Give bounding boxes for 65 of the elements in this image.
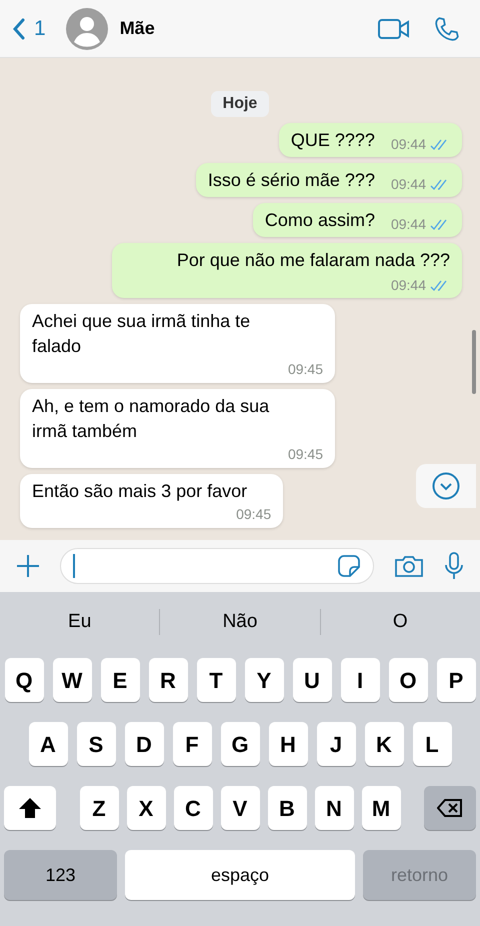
keyboard-key[interactable]: D <box>124 722 164 766</box>
keyboard-key[interactable]: X <box>126 786 166 830</box>
phone-icon[interactable] <box>434 16 460 42</box>
keyboard-key[interactable]: Q <box>4 658 44 702</box>
keyboard-key[interactable]: N <box>314 786 354 830</box>
keyboard-key[interactable]: M <box>362 786 400 830</box>
unread-count: 1 <box>34 16 46 42</box>
avatar-icon <box>66 8 108 50</box>
keyboard-key[interactable]: E <box>100 658 140 702</box>
contact-name[interactable]: Mãe <box>120 15 155 42</box>
keyboard-key[interactable]: W <box>52 658 92 702</box>
message-text: Então são mais 3 por favor <box>32 480 248 503</box>
keyboard-key[interactable]: C <box>174 786 212 830</box>
camera-icon[interactable] <box>394 554 424 578</box>
shift-key[interactable] <box>4 786 56 830</box>
word-suggestion[interactable]: Não <box>160 608 320 636</box>
keyboard-key[interactable]: I <box>340 658 380 702</box>
keyboard-key[interactable]: A <box>28 722 68 766</box>
space-key[interactable]: espaço <box>125 850 355 900</box>
message-time: 09:44 <box>390 215 426 234</box>
scroll-bar <box>472 330 476 394</box>
keyboard-key[interactable]: F <box>172 722 212 766</box>
message-text: Por que não me falaram nada ??? <box>176 249 450 272</box>
keyboard-key[interactable]: R <box>148 658 188 702</box>
message-text: Isso é sério mãe ??? <box>208 169 375 192</box>
message-text: QUE ???? <box>290 129 375 152</box>
back-chevron-icon <box>12 18 26 40</box>
backspace-icon <box>437 798 463 818</box>
keyboard-key[interactable]: J <box>316 722 356 766</box>
message-text: Como assim? <box>264 209 375 232</box>
keyboard-key[interactable]: Y <box>244 658 284 702</box>
keyboard-key[interactable]: H <box>268 722 308 766</box>
sticker-icon[interactable] <box>337 554 361 578</box>
keyboard-key[interactable]: V <box>220 786 260 830</box>
scroll-down-button[interactable] <box>416 464 476 508</box>
date-chip: Hoje <box>210 91 270 117</box>
keyboard-key[interactable]: Z <box>80 786 118 830</box>
keyboard-key[interactable]: L <box>412 722 452 766</box>
keyboard-key[interactable]: P <box>436 658 476 702</box>
keyboard-key[interactable]: O <box>388 658 428 702</box>
keyboard-key[interactable]: S <box>76 722 116 766</box>
message-time: 09:45 <box>288 445 323 464</box>
numbers-key[interactable]: 123 <box>4 850 117 900</box>
microphone-icon[interactable] <box>444 551 464 581</box>
back-button[interactable]: 1 <box>12 12 46 44</box>
keyboard-key[interactable]: U <box>292 658 332 702</box>
message-time: 09:44 <box>390 276 426 295</box>
message-time: 09:44 <box>390 175 426 194</box>
chevron-down-circle-icon <box>432 472 460 500</box>
backspace-key[interactable] <box>424 786 476 830</box>
plus-icon[interactable] <box>16 554 40 578</box>
keyboard-key[interactable]: T <box>196 658 236 702</box>
message-text: Ah, e tem o namorado da sua irmã também <box>32 395 270 443</box>
message-time: 09:45 <box>236 505 272 524</box>
message-time: 09:45 <box>288 360 323 379</box>
message-input-field[interactable] <box>60 548 374 584</box>
word-suggestion[interactable]: O <box>320 608 480 636</box>
keyboard-key[interactable]: K <box>364 722 404 766</box>
message-text: Achei que sua irmã tinha te falado <box>32 310 252 358</box>
word-suggestion[interactable]: Eu <box>0 608 160 636</box>
video-camera-icon[interactable] <box>378 18 410 40</box>
keyboard-key[interactable]: G <box>220 722 260 766</box>
message-time: 09:44 <box>390 135 426 154</box>
shift-arrow-icon <box>18 797 42 819</box>
keyboard-key[interactable]: B <box>268 786 306 830</box>
